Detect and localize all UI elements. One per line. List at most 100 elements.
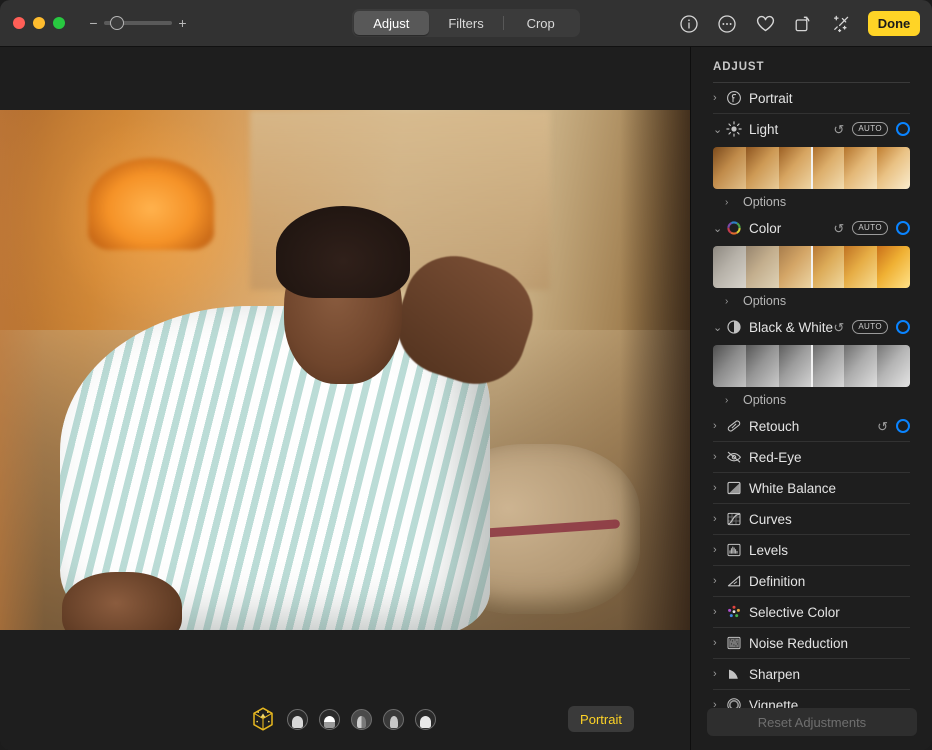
filmstrip-frame[interactable] [811,246,844,288]
filmstrip-frame[interactable] [746,246,779,288]
enable-toggle-light[interactable] [896,122,910,136]
light-filmstrip[interactable] [713,147,910,189]
lighting-option-contour[interactable] [319,709,340,730]
filmstrip-frame[interactable] [713,147,746,189]
info-icon[interactable] [678,13,700,35]
lighting-option-studio[interactable] [287,709,308,730]
auto-button-light[interactable]: AUTO [852,122,888,136]
photo-canvas[interactable]: Portrait [0,47,690,750]
section-noise-reduction[interactable]: › Noise Reduction [713,628,910,658]
filmstrip-frame[interactable] [746,147,779,189]
filmstrip-frame[interactable] [877,147,910,189]
filmstrip-position-marker[interactable] [811,147,813,189]
disclosure-light[interactable]: ⌄ [713,123,725,136]
auto-enhance-icon[interactable] [830,13,852,35]
tab-adjust[interactable]: Adjust [354,11,429,35]
zoom-slider-thumb[interactable] [110,16,124,30]
lighting-effect-picker[interactable] [250,706,436,732]
disclosure-curves[interactable]: › [713,513,725,525]
photo-right-shading [620,110,690,630]
zoom-button[interactable] [53,17,65,29]
section-sharpen[interactable]: › Sharpen [713,659,910,689]
disclosure-black-and-white[interactable]: ⌄ [713,321,725,334]
disclosure-portrait[interactable]: › [713,92,725,104]
more-options-icon[interactable] [716,13,738,35]
disclosure-color[interactable]: ⌄ [713,222,725,235]
mode-segmented-control[interactable]: Adjust Filters Crop [352,9,580,37]
rotate-icon[interactable] [792,13,814,35]
filmstrip-frame[interactable] [713,345,746,387]
zoom-slider[interactable]: − + [89,18,187,28]
tab-crop[interactable]: Crop [503,11,578,35]
tab-filters[interactable]: Filters [429,11,504,35]
disclosure-retouch[interactable]: › [713,420,725,432]
section-selective-color[interactable]: › Selective Color [713,597,910,627]
filmstrip-position-marker[interactable] [811,246,813,288]
disclosure-levels[interactable]: › [713,544,725,556]
disclosure-options-black-and-white[interactable]: › [725,395,737,406]
disclosure-white-balance[interactable]: › [713,482,725,494]
section-retouch[interactable]: › Retouch ↺ [713,411,910,441]
zoom-out-label[interactable]: − [89,18,98,28]
filmstrip-frame[interactable] [811,147,844,189]
options-color[interactable]: › Options [725,290,910,312]
lighting-option-high-key-mono[interactable] [415,709,436,730]
disclosure-noise-reduction[interactable]: › [713,637,725,649]
auto-button-black-and-white[interactable]: AUTO [852,320,888,334]
section-controls-light: ↺ AUTO [833,122,910,136]
section-levels[interactable]: › Levels [713,535,910,565]
options-light[interactable]: › Options [725,191,910,213]
section-controls-color: ↺ AUTO [833,221,910,235]
section-definition[interactable]: › Definition [713,566,910,596]
filmstrip-frame[interactable] [779,345,812,387]
close-button[interactable] [13,17,25,29]
filmstrip-frame[interactable] [811,345,844,387]
disclosure-definition[interactable]: › [713,575,725,587]
zoom-in-label[interactable]: + [178,18,187,28]
section-black-and-white[interactable]: ⌄ Black & White ↺ AUTO [713,312,910,342]
filmstrip-frame[interactable] [877,345,910,387]
lighting-option-stage[interactable] [351,709,372,730]
disclosure-red-eye[interactable]: › [713,451,725,463]
enable-toggle-color[interactable] [896,221,910,235]
reset-icon[interactable]: ↺ [877,420,888,433]
lighting-option-stage-mono[interactable] [383,709,404,730]
filmstrip-position-marker[interactable] [811,345,813,387]
disclosure-selective-color[interactable]: › [713,606,725,618]
enable-toggle-black-and-white[interactable] [896,320,910,334]
done-button[interactable]: Done [868,11,920,36]
portrait-badge[interactable]: Portrait [568,706,634,732]
filmstrip-frame[interactable] [877,246,910,288]
disclosure-options-color[interactable]: › [725,296,737,307]
minimize-button[interactable] [33,17,45,29]
filmstrip-frame[interactable] [779,147,812,189]
reset-icon[interactable]: ↺ [833,222,844,235]
reset-adjustments-button[interactable]: Reset Adjustments [707,708,917,736]
adjust-sections-list[interactable]: › Portrait ⌄ Li [691,83,932,729]
disclosure-options-light[interactable]: › [725,197,737,208]
color-filmstrip[interactable] [713,246,910,288]
zoom-slider-track[interactable] [104,21,172,25]
section-red-eye[interactable]: › Red-Eye [713,442,910,472]
filmstrip-frame[interactable] [844,345,877,387]
reset-icon[interactable]: ↺ [833,123,844,136]
edited-photo[interactable] [0,110,690,630]
filmstrip-frame[interactable] [746,345,779,387]
filmstrip-frame[interactable] [844,246,877,288]
natural-light-icon[interactable] [250,706,276,732]
reset-icon[interactable]: ↺ [833,321,844,334]
filmstrip-frame[interactable] [713,246,746,288]
black-and-white-filmstrip[interactable] [713,345,910,387]
filmstrip-frame[interactable] [844,147,877,189]
section-light[interactable]: ⌄ Light ↺ AUTO [713,114,910,144]
options-black-and-white[interactable]: › Options [725,389,910,411]
favorite-heart-icon[interactable] [754,13,776,35]
enable-toggle-retouch[interactable] [896,419,910,433]
filmstrip-frame[interactable] [779,246,812,288]
disclosure-sharpen[interactable]: › [713,668,725,680]
auto-button-color[interactable]: AUTO [852,221,888,235]
section-portrait[interactable]: › Portrait [713,83,910,113]
section-color[interactable]: ⌄ Color ↺ AUTO [713,213,910,243]
section-white-balance[interactable]: › White Balance [713,473,910,503]
section-curves[interactable]: › Curves [713,504,910,534]
